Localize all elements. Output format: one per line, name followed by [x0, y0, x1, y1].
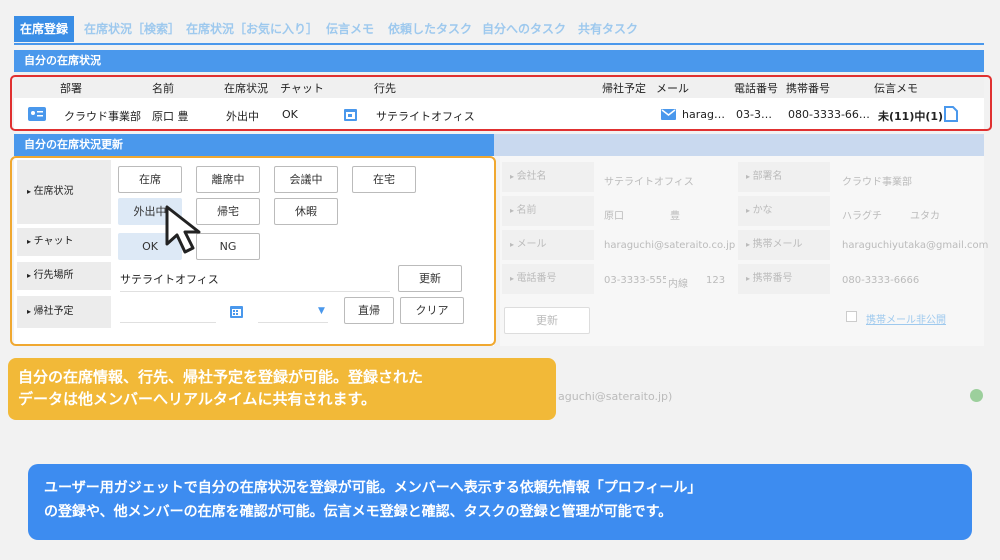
- tab-register[interactable]: 在席登録: [14, 16, 75, 42]
- callout-description: ユーザー用ガジェットで自分の在席状況を登録が可能。メンバーへ表示する依頼先情報「…: [28, 464, 972, 540]
- section-bar-right: [494, 134, 984, 156]
- profile-mobile: 080-3333-6666: [842, 275, 920, 286]
- mail-fragment: aguchi@sateraito.jp): [558, 390, 673, 403]
- profile-label-mail: メール: [502, 230, 594, 260]
- profile-mobile-mail: haraguchiyutaka@gmail.com: [842, 240, 989, 251]
- tab-favorites[interactable]: 在席状況［お気に入り］: [186, 16, 318, 42]
- tab-requested-tasks[interactable]: 依頼したタスク: [388, 16, 472, 42]
- tab-search[interactable]: 在席状況［検索］: [84, 16, 180, 42]
- profile-label-mobile: 携帯番号: [738, 264, 830, 294]
- tab-my-tasks[interactable]: 自分へのタスク: [482, 16, 566, 42]
- profile-label-name: 名前: [502, 196, 594, 226]
- profile-company: サテライトオフィス: [604, 177, 694, 188]
- hide-mobile-mail-label[interactable]: 携帯メール非公開: [866, 311, 946, 326]
- profile-name-first: 豊: [670, 211, 680, 222]
- section-title-status: 自分の在席状況: [14, 50, 984, 72]
- callout-status: 自分の在席情報、行先、帰社予定を登録が可能。登録された データは他メンバーへリア…: [8, 358, 556, 420]
- profile-kana-first: ユタカ: [910, 211, 940, 222]
- highlight-orange: [10, 156, 496, 346]
- status-dot-icon: [970, 389, 983, 402]
- section-title-update: 自分の在席状況更新: [14, 134, 494, 156]
- profile-update-button[interactable]: 更新: [504, 307, 590, 334]
- hide-mobile-mail-checkbox[interactable]: [846, 311, 857, 322]
- profile-ext-label: 内線: [668, 279, 688, 290]
- profile-mail: haraguchi@sateraito.co.jp: [604, 240, 736, 251]
- profile-tel: 03-3333-5555: [604, 275, 666, 286]
- profile-label-kana: かな: [738, 196, 830, 226]
- profile-dept: クラウド事業部: [842, 177, 912, 188]
- highlight-red: [10, 75, 992, 131]
- tab-bar: 在席登録 在席状況［検索］ 在席状況［お気に入り］ 伝言メモ 依頼したタスク 自…: [14, 16, 984, 44]
- profile-label-mobile-mail: 携帯メール: [738, 230, 830, 260]
- profile-ext: 123: [706, 275, 726, 286]
- tab-memo[interactable]: 伝言メモ: [326, 16, 374, 42]
- profile-name-last: 原口: [604, 211, 624, 222]
- profile-label-dept: 部署名: [738, 162, 830, 192]
- tab-shared-tasks[interactable]: 共有タスク: [578, 16, 638, 42]
- profile-label-company: 会社名: [502, 162, 594, 192]
- profile-kana-last: ハラグチ: [842, 211, 882, 222]
- profile-label-tel: 電話番号: [502, 264, 594, 294]
- tab-underline: [14, 43, 984, 45]
